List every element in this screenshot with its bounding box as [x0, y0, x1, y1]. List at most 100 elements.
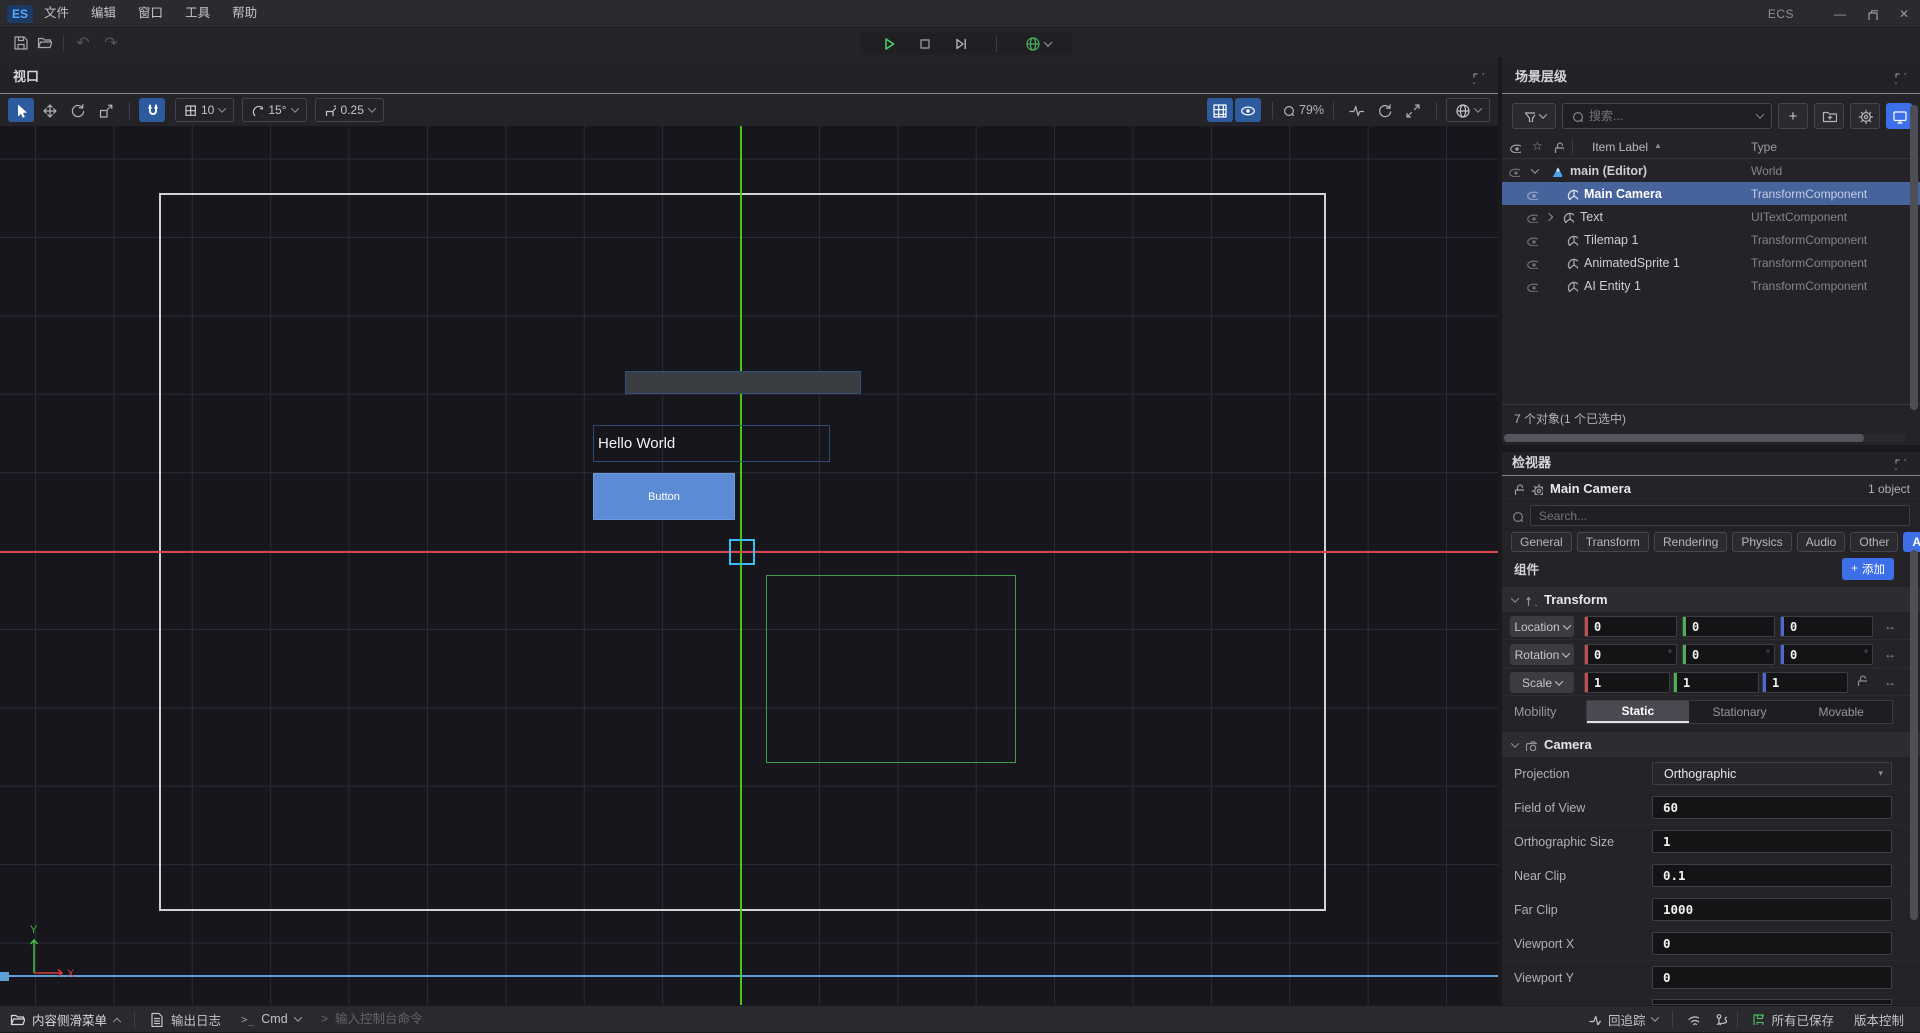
tree-row-tilemap[interactable]: Tilemap 1 TransformComponent [1502, 228, 1920, 251]
snap-toggle-button[interactable] [139, 98, 165, 122]
viewport-expand-button[interactable] [1472, 72, 1484, 84]
open-folder-button[interactable] [32, 32, 56, 54]
play-button[interactable] [881, 36, 896, 51]
tab-general[interactable]: General [1511, 532, 1572, 552]
projection-dropdown[interactable]: Orthographic ▾ [1652, 762, 1892, 785]
app-logo[interactable]: ES [7, 5, 33, 23]
console-command-field[interactable]: > [311, 1006, 485, 1033]
tree-row-ai-entity[interactable]: AI Entity 1 TransformComponent [1502, 274, 1920, 297]
selection-gizmo[interactable] [729, 539, 755, 565]
tree-row-text[interactable]: Text UITextComponent [1502, 205, 1920, 228]
hscrollbar-thumb[interactable] [1504, 434, 1864, 442]
select-tool-button[interactable] [8, 98, 34, 122]
hierarchy-search-input[interactable] [1589, 109, 1751, 123]
eye-icon[interactable] [1526, 211, 1538, 223]
location-dropdown[interactable]: Location [1510, 616, 1574, 637]
link-axes-icon[interactable]: ↔ [1884, 619, 1896, 633]
step-button[interactable] [953, 36, 968, 51]
restore-button[interactable] [1856, 0, 1888, 27]
minimize-button[interactable]: — [1824, 0, 1856, 27]
source-control-button[interactable] [1709, 1006, 1733, 1033]
tree-row-main-camera[interactable]: Main Camera TransformComponent [1502, 182, 1920, 205]
eye-icon[interactable] [1526, 280, 1538, 292]
orthographic-size-input[interactable]: 1 [1652, 830, 1892, 853]
panel-object[interactable] [625, 371, 861, 394]
trace-dropdown[interactable]: 回追踪 [1579, 1006, 1669, 1033]
add-entity-button[interactable]: + [1778, 103, 1808, 129]
tab-other[interactable]: Other [1850, 532, 1898, 552]
type-column[interactable]: Type [1751, 140, 1777, 154]
link-axes-icon[interactable]: ↔ [1884, 647, 1896, 661]
add-component-button[interactable]: + 添加 [1842, 558, 1894, 580]
transform-section-header[interactable]: Transform [1502, 587, 1920, 612]
save-button[interactable] [8, 32, 32, 54]
hierarchy-hscrollbar[interactable] [1502, 434, 1906, 442]
location-y-field[interactable]: 0 [1682, 616, 1775, 637]
rotate-tool-button[interactable] [64, 98, 90, 122]
save-status[interactable]: 所有已保存 [1742, 1006, 1844, 1033]
location-x-field[interactable]: 0 [1584, 616, 1677, 637]
camera-section-header[interactable]: Camera [1502, 732, 1920, 757]
hierarchy-expand-button[interactable] [1894, 72, 1906, 84]
output-log-button[interactable]: 输出日志 [139, 1006, 231, 1033]
location-z-field[interactable]: 0 [1780, 616, 1873, 637]
tree-row-animatedsprite[interactable]: AnimatedSprite 1 TransformComponent [1502, 251, 1920, 274]
menu-window[interactable]: 窗口 [127, 0, 174, 27]
hierarchy-search[interactable] [1562, 103, 1772, 129]
tab-audio[interactable]: Audio [1797, 532, 1846, 552]
chevron-down-icon[interactable] [1531, 165, 1539, 173]
viewport-x-input[interactable]: 0 [1652, 932, 1892, 955]
eye-icon[interactable] [1526, 234, 1538, 246]
console-command-input[interactable] [335, 1012, 475, 1026]
tab-all[interactable]: All [1903, 532, 1920, 552]
world-mode-dropdown[interactable] [1025, 36, 1051, 51]
far-clip-input[interactable]: 1000 [1652, 898, 1892, 921]
scale-dropdown[interactable]: Scale [1510, 672, 1574, 693]
field-of-view-input[interactable]: 60 [1652, 796, 1892, 819]
stop-button[interactable] [917, 36, 932, 51]
reset-view-button[interactable] [1371, 98, 1397, 122]
scale-x-field[interactable]: 1 [1584, 672, 1670, 693]
inspector-expand-button[interactable] [1894, 458, 1906, 470]
scene-canvas[interactable]: Hello World Button Y X [0, 126, 1498, 1005]
eye-icon[interactable] [1508, 165, 1520, 177]
menu-help[interactable]: 帮助 [221, 0, 268, 27]
network-status-button[interactable] [1677, 1006, 1709, 1033]
eye-icon[interactable] [1526, 257, 1538, 269]
tree-row-world[interactable]: main (Editor) World [1502, 159, 1920, 182]
view-mode-dropdown[interactable] [1446, 98, 1490, 122]
lock-icon[interactable] [1512, 483, 1524, 495]
grid-snap-dropdown[interactable]: 10 [175, 98, 234, 122]
rotation-z-field[interactable]: 0° [1780, 644, 1873, 665]
item-label-column[interactable]: Item Label [1592, 140, 1648, 154]
stats-button[interactable] [1343, 98, 1369, 122]
button-object[interactable]: Button [593, 473, 735, 520]
scale-tool-button[interactable] [92, 98, 118, 122]
filter-dropdown[interactable] [1512, 103, 1556, 129]
redo-button[interactable]: ↷ [99, 32, 123, 54]
undo-button[interactable]: ↶ [71, 32, 95, 54]
scale-y-field[interactable]: 1 [1673, 672, 1759, 693]
hierarchy-vscrollbar[interactable] [1910, 105, 1918, 410]
hierarchy-settings-button[interactable] [1850, 103, 1880, 129]
rotation-dropdown[interactable]: Rotation [1510, 644, 1574, 665]
tab-transform[interactable]: Transform [1577, 532, 1649, 552]
content-drawer-button[interactable]: 内容侧滑菜单 [0, 1006, 130, 1033]
close-button[interactable]: ✕ [1888, 0, 1920, 27]
rotation-y-field[interactable]: 0° [1682, 644, 1775, 665]
cmd-dropdown[interactable]: >_ Cmd [231, 1006, 311, 1033]
show-grid-button[interactable] [1207, 98, 1233, 122]
inspector-search-input[interactable] [1539, 509, 1901, 523]
viewport-y-input[interactable]: 0 [1652, 966, 1892, 989]
fullscreen-button[interactable] [1399, 98, 1425, 122]
menu-edit[interactable]: 编辑 [80, 0, 127, 27]
tab-rendering[interactable]: Rendering [1654, 532, 1727, 552]
gear-icon[interactable] [1531, 483, 1543, 495]
near-clip-input[interactable]: 0.1 [1652, 864, 1892, 887]
text-object[interactable]: Hello World [593, 425, 830, 462]
scale-z-field[interactable]: 1 [1762, 672, 1848, 693]
eye-icon[interactable] [1526, 188, 1538, 200]
monitor-view-button[interactable] [1886, 103, 1912, 129]
inspector-search-box[interactable] [1530, 505, 1910, 526]
mobility-static[interactable]: Static [1587, 701, 1689, 723]
